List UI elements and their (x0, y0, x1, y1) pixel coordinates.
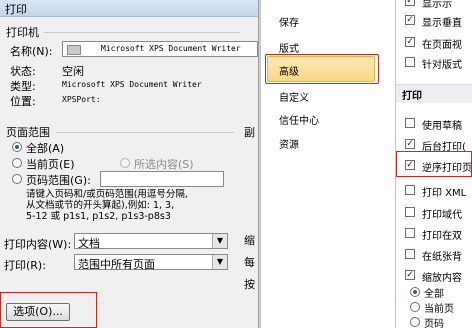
checkbox-background-print[interactable]: ✓ (405, 139, 415, 149)
page-range-input[interactable] (100, 171, 224, 187)
copies-partial-label: 副 (244, 126, 255, 139)
nav-item-layout[interactable]: 版式 (279, 40, 299, 55)
radio-scope-pages[interactable] (410, 317, 420, 327)
page-range-separator (56, 132, 234, 133)
checkbox-reverse-print-label: 逆序打印页 (422, 163, 472, 174)
where-label: 位置: (10, 95, 36, 108)
checkbox-scale-content-label: 缩放内容 (422, 273, 462, 284)
radio-page-range-label: 页码范围(G): (26, 174, 91, 187)
options-nav-panel: 保存 版式 高级 自定义 信任中心 资源 (260, 0, 396, 328)
radio-scope-all[interactable] (410, 287, 420, 297)
zoom-partial-label: 缩 (244, 234, 255, 247)
type-label: 类型: (10, 80, 36, 93)
radio-current-page-label: 当前页(E) (26, 158, 75, 171)
checkbox-top-0[interactable]: ✓ (405, 0, 415, 6)
page-range-hint: 请键入页码和/或页码范围(用逗号分隔, 从文档或节的开头算起),例如: 1, 3… (26, 189, 258, 222)
printer-group-label: 打印机 (6, 26, 39, 39)
hint-line-1: 请键入页码和/或页码范围(用逗号分隔, (26, 189, 188, 200)
print-label: 打印(R): (4, 259, 46, 272)
printer-name-value: Microsoft XPS Document Writer (101, 44, 241, 53)
checkbox-field-codes-label: 打印域代 (422, 210, 462, 221)
checkbox-layout[interactable] (405, 57, 415, 67)
scale-partial-label: 按 (244, 278, 255, 291)
checkbox-duplex[interactable] (405, 228, 415, 238)
print-dialog: 打印 打印机 名称(N): Microsoft XPS Document Wri… (0, 0, 259, 328)
checkbox-draft[interactable] (405, 118, 415, 128)
radio-current-page[interactable] (12, 158, 22, 168)
options-button[interactable]: 选项(O)... (6, 303, 70, 321)
radio-scope-pages-label: 页码 (424, 319, 444, 328)
checkbox-in-page-view[interactable]: ✓ (405, 37, 415, 47)
checkbox-paper-back[interactable] (405, 249, 415, 259)
radio-page-range[interactable] (12, 174, 22, 184)
checkbox-show-vertical-label: 显示垂直 (422, 18, 462, 29)
nav-item-customize[interactable]: 自定义 (279, 89, 309, 104)
printer-group-separator (44, 32, 240, 33)
status-label: 状态: (10, 65, 36, 78)
radio-scope-all-label: 全部 (424, 289, 444, 300)
print-what-label: 打印内容(W): (4, 238, 72, 251)
checkbox-draft-label: 使用草稿 (422, 121, 462, 132)
hint-line-3: 5-12 或 p1s1, p1s2, p1s3-p8s3 (26, 211, 171, 222)
print-section-header: 打印 (396, 84, 472, 103)
dialog-titlebar: 打印 (0, 0, 258, 17)
printer-icon (67, 45, 81, 55)
print-section-title: 打印 (402, 91, 422, 102)
nav-item-advanced[interactable]: 高级 (279, 63, 299, 78)
print-value: 范围中所有页面 (78, 258, 155, 271)
checkbox-duplex-label: 打印在双 (422, 231, 462, 242)
checkbox-print-xml-label: 打印 XML (422, 188, 467, 199)
chevron-down-icon: ▼ (212, 234, 227, 248)
checkbox-reverse-print[interactable]: ✓ (405, 160, 415, 170)
dialog-title: 打印 (5, 3, 27, 16)
checkbox-in-page-view-label: 在页面视 (422, 40, 462, 51)
type-value: Microsoft XPS Document Writer (62, 80, 202, 89)
checkbox-show-vertical[interactable]: ✓ (405, 15, 415, 25)
status-value: 空闲 (62, 65, 84, 78)
radio-selection-label: 所选内容(S) (134, 158, 194, 171)
radio-scope-current[interactable] (410, 302, 420, 312)
radio-selection[interactable] (120, 158, 130, 168)
checkbox-print-xml[interactable] (405, 185, 415, 195)
nav-item-trust-center[interactable]: 信任中心 (279, 112, 319, 127)
hint-line-2: 从文档或节的开头算起),例如: 1, 3, (26, 200, 175, 211)
radio-all-label: 全部(A) (26, 142, 65, 155)
printer-name-label: 名称(N): (10, 45, 53, 58)
radio-scope-current-label: 当前页 (424, 304, 454, 315)
radio-all[interactable] (12, 142, 22, 152)
nav-item-save[interactable]: 保存 (279, 14, 299, 29)
where-value: XPSPort: (62, 95, 101, 104)
page-range-group-label: 页面范围 (6, 126, 50, 139)
checkbox-top-0-label: 显示示 (422, 0, 452, 10)
printer-name-select[interactable]: Microsoft XPS Document Writer (62, 41, 258, 57)
per-sheet-partial-label: 每 (244, 256, 255, 269)
print-what-value: 文档 (78, 237, 100, 250)
print-what-select[interactable]: 文档 ▼ (74, 233, 228, 250)
advanced-options-panel: ✓ 显示示 ✓ 显示垂直 ✓ 在页面视 针对版式 打印 使用草稿 ✓ 后台打印(… (396, 0, 472, 328)
checkbox-layout-label: 针对版式 (422, 60, 462, 71)
checkbox-field-codes[interactable] (405, 207, 415, 217)
print-select[interactable]: 范围中所有页面 ▼ (74, 254, 228, 271)
checkbox-scale-content[interactable]: ✓ (405, 270, 415, 280)
chevron-down-icon: ▼ (212, 255, 227, 269)
nav-item-resources[interactable]: 资源 (279, 136, 299, 151)
checkbox-paper-back-label: 在纸张背 (422, 252, 462, 263)
